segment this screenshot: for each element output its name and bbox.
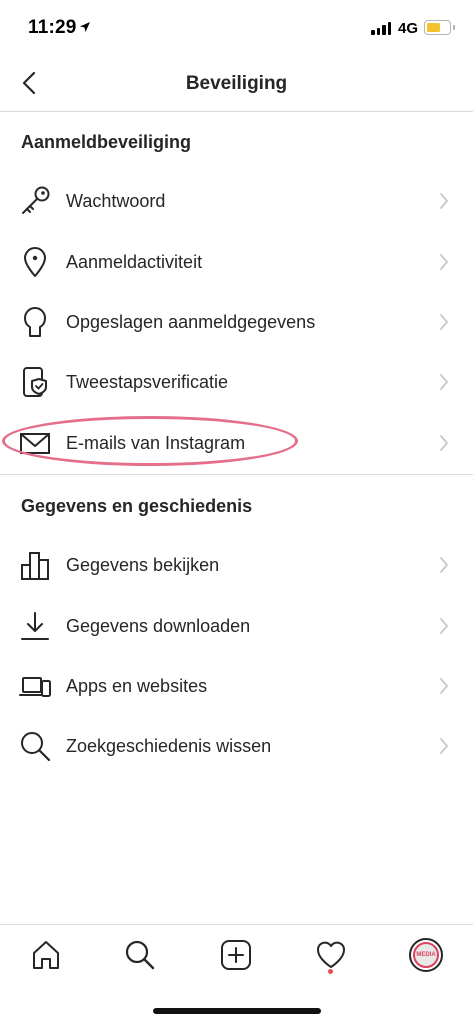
bar-chart-icon	[18, 548, 52, 582]
mail-icon	[18, 426, 52, 460]
section-divider	[0, 474, 473, 475]
battery-icon	[424, 20, 451, 35]
menu-item-two-factor[interactable]: Tweestapsverificatie	[0, 353, 473, 413]
keyhole-icon	[18, 305, 52, 339]
menu-label: Zoekgeschiedenis wissen	[66, 736, 272, 756]
signal-icon	[371, 22, 391, 35]
tab-search[interactable]	[118, 933, 162, 977]
battery-tip	[453, 25, 455, 30]
search-icon	[18, 729, 52, 763]
menu-label: Opgeslagen aanmeldgegevens	[66, 312, 316, 332]
chevron-right-icon	[440, 374, 448, 390]
avatar-text: MEDIA	[413, 942, 439, 968]
section-header-data-history: Gegevens en geschiedenis	[21, 496, 253, 516]
menu-item-download-data[interactable]: Gegevens downloaden	[0, 597, 473, 657]
location-pin-icon	[18, 245, 52, 279]
menu-label: Apps en websites	[66, 676, 208, 696]
chevron-right-icon	[440, 738, 448, 754]
status-bar: 11:29 4G	[0, 0, 473, 58]
chevron-right-icon	[440, 557, 448, 573]
phone-shield-icon	[18, 365, 52, 399]
devices-icon	[18, 669, 52, 703]
menu-item-saved-login-info[interactable]: Opgeslagen aanmeldgegevens	[0, 293, 473, 353]
menu-label: Wachtwoord	[66, 191, 166, 211]
location-arrow-icon	[80, 22, 90, 32]
menu-label: Gegevens bekijken	[66, 555, 220, 575]
menu-item-login-activity[interactable]: Aanmeldactiviteit	[0, 233, 473, 293]
tab-new-post[interactable]	[214, 933, 258, 977]
home-icon	[33, 941, 59, 969]
chevron-right-icon	[440, 435, 448, 451]
menu-label: Aanmeldactiviteit	[66, 252, 203, 272]
chevron-right-icon	[440, 678, 448, 694]
download-icon	[18, 609, 52, 643]
home-indicator	[153, 1008, 321, 1014]
nav-bar: Beveiliging	[0, 58, 473, 112]
menu-item-password[interactable]: Wachtwoord	[0, 172, 473, 232]
menu-label: Gegevens downloaden	[66, 616, 251, 636]
heart-icon	[317, 941, 345, 968]
menu-item-clear-search-history[interactable]: Zoekgeschiedenis wissen	[0, 717, 473, 777]
menu-item-apps-websites[interactable]: Apps en websites	[0, 657, 473, 717]
search-icon	[125, 940, 155, 970]
tab-home[interactable]	[24, 933, 68, 977]
menu-label: E-mails van Instagram	[66, 433, 246, 453]
section-header-login-security: Aanmeldbeveiliging	[21, 132, 192, 152]
chevron-right-icon	[440, 314, 448, 330]
add-post-icon	[221, 940, 251, 970]
chevron-right-icon	[440, 254, 448, 270]
status-time: 11:29	[28, 17, 77, 38]
menu-item-access-data[interactable]: Gegevens bekijken	[0, 536, 473, 596]
menu-item-emails-from-instagram[interactable]: E-mails van Instagram	[0, 414, 473, 474]
avatar: MEDIA	[409, 938, 443, 972]
network-type: 4G	[398, 20, 419, 37]
page-title: Beveiliging	[185, 73, 288, 94]
menu-label: Tweestapsverificatie	[66, 372, 229, 392]
chevron-right-icon	[440, 618, 448, 634]
tab-profile[interactable]: MEDIA	[404, 933, 448, 977]
chevron-right-icon	[440, 193, 448, 209]
notification-dot	[328, 969, 333, 974]
key-icon	[18, 184, 52, 218]
